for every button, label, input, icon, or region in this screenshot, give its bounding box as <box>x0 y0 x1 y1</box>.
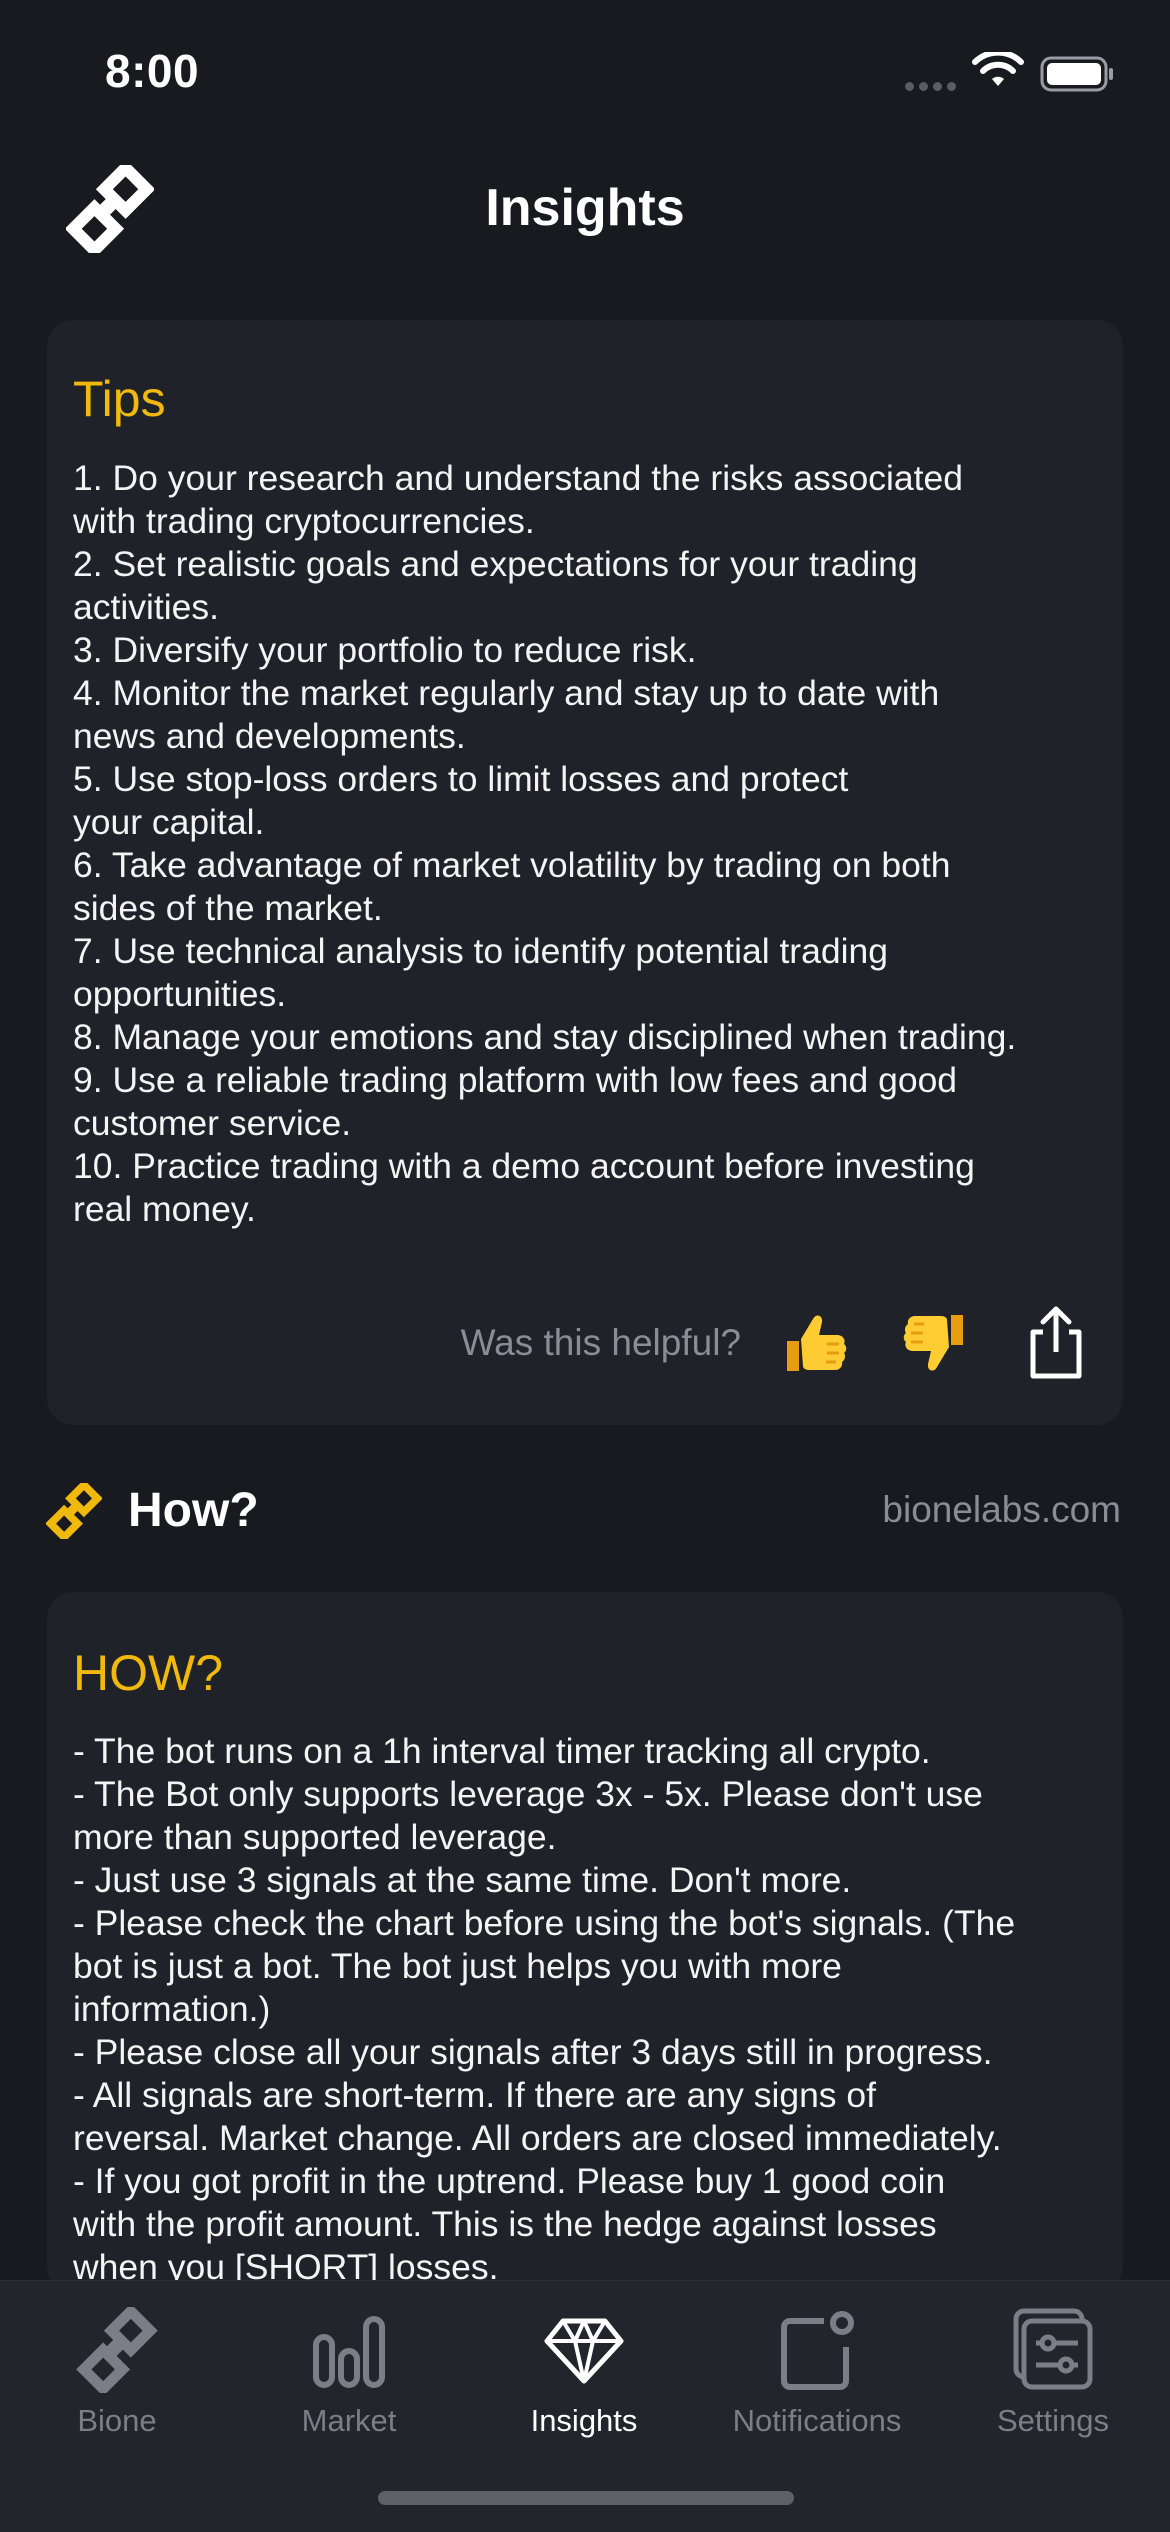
cellular-signal-icon <box>905 82 957 92</box>
feedback-row: Was this helpful? <box>461 1298 1087 1388</box>
home-indicator[interactable] <box>378 2491 794 2505</box>
how-card-title: HOW? <box>73 1645 223 1701</box>
bar-chart-icon <box>313 2316 385 2388</box>
share-icon[interactable] <box>1025 1304 1087 1382</box>
tips-card-body: 1. Do your research and understand the r… <box>73 458 1017 1229</box>
how-card: HOW? - The bot runs on a 1h interval tim… <box>47 1592 1123 2292</box>
tab-label: Market <box>301 2403 397 2438</box>
tab-market[interactable]: Market <box>232 2307 466 2439</box>
tab-label: Insights <box>530 2403 638 2438</box>
tab-label: Settings <box>996 2403 1109 2438</box>
how-section-header: How? bionelabs.com <box>0 1475 1170 1545</box>
battery-icon <box>1040 56 1113 92</box>
diamond-icon <box>544 2318 624 2384</box>
bione-logo-icon <box>76 2307 158 2393</box>
how-section-label: How? <box>128 1484 259 1537</box>
thumbs-up-icon[interactable] <box>779 1307 851 1379</box>
how-card-body: - The bot runs on a 1h interval timer tr… <box>73 1731 1016 2287</box>
tab-label: Notifications <box>732 2403 902 2438</box>
bione-logo-icon <box>46 1483 102 1539</box>
notification-icon <box>781 2311 854 2390</box>
header: Insights <box>0 150 1170 270</box>
wifi-icon <box>972 52 1024 86</box>
tab-settings[interactable]: Settings <box>936 2307 1170 2439</box>
tab-insights[interactable]: Insights <box>467 2307 701 2439</box>
tips-card: Tips 1. Do your research and understand … <box>47 320 1123 1425</box>
settings-sliders-icon <box>1013 2308 1093 2390</box>
tab-bione[interactable]: Bione <box>0 2307 234 2439</box>
tab-label: Bione <box>77 2403 157 2438</box>
feedback-prompt: Was this helpful? <box>460 1322 741 1363</box>
tab-notifications[interactable]: Notifications <box>700 2307 934 2439</box>
page-title: Insights <box>485 179 685 237</box>
bionelabs-link[interactable]: bionelabs.com <box>882 1489 1121 1531</box>
status-bar: 8:00 <box>0 0 1170 150</box>
tips-card-title: Tips <box>73 371 166 427</box>
thumbs-down-icon[interactable] <box>899 1307 971 1379</box>
status-time: 8:00 <box>105 45 200 97</box>
